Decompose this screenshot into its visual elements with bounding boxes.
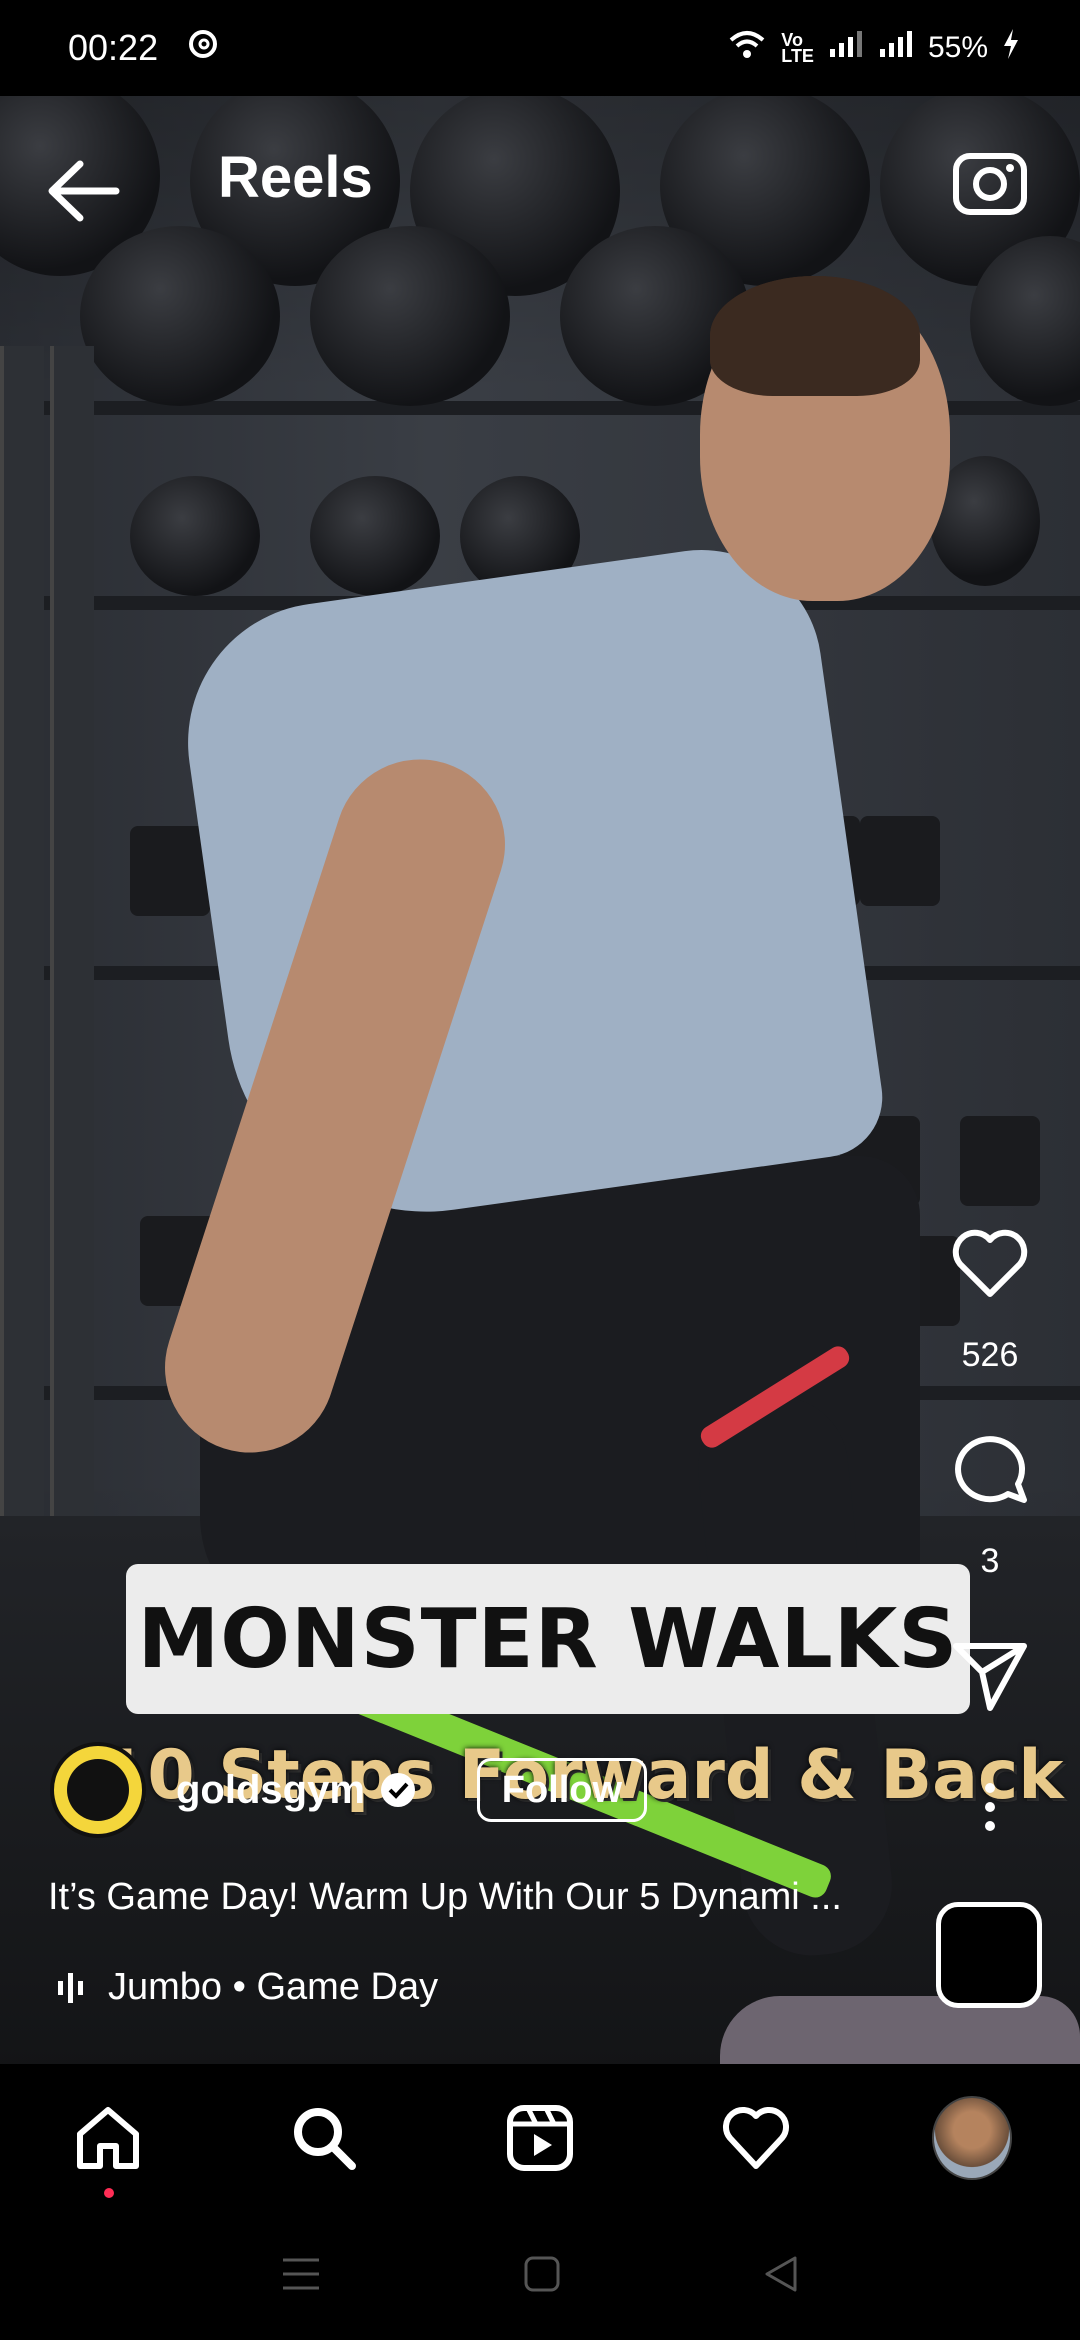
rack-pole: [50, 346, 94, 1616]
camera-button[interactable]: [950, 142, 1030, 222]
medicine-ball: [310, 476, 440, 596]
audio-bars-icon: [58, 1972, 83, 2003]
back-button[interactable]: [44, 156, 124, 226]
nav-search[interactable]: [284, 2098, 364, 2178]
bottom-nav: [0, 2064, 1080, 2212]
notification-dot: [104, 2188, 114, 2198]
share-button[interactable]: [948, 1632, 1032, 1716]
comment-button[interactable]: [948, 1428, 1032, 1512]
volte-icon: Vo LTE: [781, 30, 814, 66]
charging-icon: [1002, 28, 1020, 68]
medicine-ball: [130, 476, 260, 596]
author-avatar[interactable]: [50, 1742, 146, 1838]
dumbbell: [960, 1116, 1040, 1206]
recents-icon[interactable]: [281, 2256, 321, 2297]
video-caption-title: MONSTER WALKS: [137, 1591, 959, 1687]
video-caption-box: MONSTER WALKS: [126, 1564, 970, 1714]
heart-icon: [723, 2107, 789, 2169]
golds-gym-logo-icon: [67, 1759, 129, 1821]
author-username[interactable]: goldsgym: [176, 1768, 365, 1813]
battery-percent: 55%: [927, 31, 988, 64]
follow-button[interactable]: Follow: [476, 1758, 647, 1822]
like-count: 526: [961, 1336, 1019, 1374]
nav-profile[interactable]: [932, 2096, 1012, 2180]
home-icon: [77, 2107, 139, 2169]
like-button[interactable]: [948, 1222, 1032, 1306]
signal-icon-2: [878, 29, 914, 67]
audio-track[interactable]: Jumbo • Game Day: [56, 1966, 438, 2009]
audio-thumbnail[interactable]: [936, 1902, 1042, 2008]
page-title: Reels: [218, 145, 373, 210]
system-nav: [0, 2212, 1080, 2340]
threads-icon: [186, 27, 220, 70]
nav-reels[interactable]: [500, 2098, 580, 2178]
signal-icon: [828, 29, 864, 67]
rack-pole: [0, 346, 44, 1616]
post-description[interactable]: It’s Game Day! Warm Up With Our 5 Dynami…: [48, 1876, 908, 1919]
status-bar: 00:22 Vo LTE 55%: [0, 0, 1080, 96]
home-system-icon[interactable]: [523, 2255, 561, 2298]
dumbbell: [860, 816, 940, 906]
reels-header: Reels: [0, 96, 1080, 276]
status-time: 00:22: [68, 27, 159, 68]
reels-icon: [507, 2105, 573, 2171]
more-options-icon[interactable]: [978, 1782, 1002, 1832]
author-row: goldsgym Follow: [50, 1740, 647, 1840]
dumbbell: [130, 826, 210, 916]
nav-activity[interactable]: [716, 2098, 796, 2178]
nav-home[interactable]: [68, 2098, 148, 2198]
wifi-icon: [727, 28, 767, 68]
profile-avatar: [932, 2096, 1012, 2180]
verified-badge-icon: [379, 1771, 417, 1809]
search-icon: [294, 2108, 356, 2170]
comment-count: 3: [980, 1542, 1000, 1580]
back-system-icon[interactable]: [763, 2254, 799, 2299]
person-hair-top: [710, 276, 920, 396]
audio-track-label: Jumbo • Game Day: [108, 1966, 439, 2008]
